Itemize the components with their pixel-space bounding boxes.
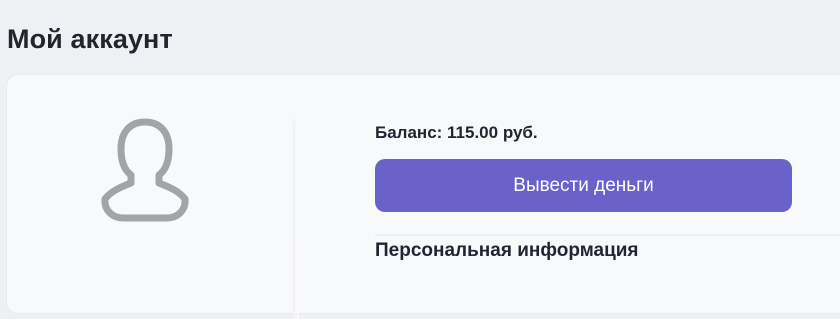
personal-info-heading: Персональная информация bbox=[375, 240, 639, 261]
account-card: Баланс: 115.00 руб. Вывести деньги Персо… bbox=[6, 74, 840, 319]
vertical-divider bbox=[293, 119, 299, 319]
page-title: Мой аккаунт bbox=[7, 24, 173, 54]
avatar-panel bbox=[7, 75, 293, 315]
info-panel: Баланс: 115.00 руб. Вывести деньги Персо… bbox=[375, 75, 840, 315]
user-silhouette-icon bbox=[101, 118, 189, 222]
balance-label: Баланс: 115.00 руб. bbox=[375, 123, 538, 142]
horizontal-divider bbox=[375, 234, 840, 236]
withdraw-button[interactable]: Вывести деньги bbox=[375, 159, 792, 212]
